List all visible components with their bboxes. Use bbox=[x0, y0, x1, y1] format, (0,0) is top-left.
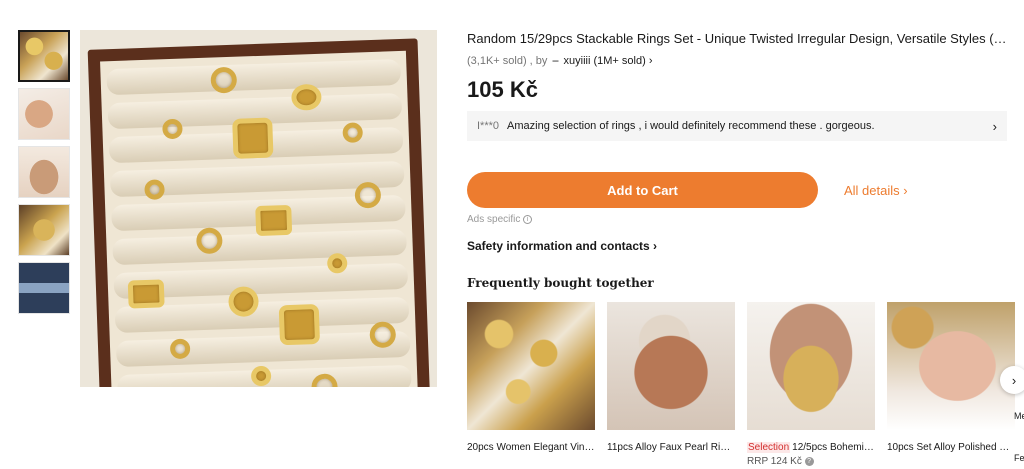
ring bbox=[255, 204, 293, 237]
rrp-price: RRP 124 Kč ? bbox=[747, 455, 875, 468]
product-card-title: 20pcs Women Elegant Vintage Rings Set bbox=[467, 442, 595, 453]
ads-label: Ads specific bbox=[467, 214, 521, 226]
ring bbox=[278, 303, 321, 346]
product-card[interactable]: 20pcs Women Elegant Vintage Rings Set bbox=[467, 302, 595, 455]
review-text: Amazing selection of rings , i would def… bbox=[507, 120, 875, 133]
chevron-right-icon: › bbox=[648, 55, 653, 67]
carousel-next-button[interactable]: › bbox=[1000, 366, 1024, 394]
thumbnail-image bbox=[20, 32, 68, 80]
review-banner[interactable]: I***0 Amazing selection of rings , i wou… bbox=[467, 111, 1007, 142]
product-card-image bbox=[467, 302, 595, 430]
thumbnail-1[interactable] bbox=[18, 30, 70, 82]
product-card-image bbox=[887, 302, 1015, 430]
thumbnail-5[interactable] bbox=[18, 262, 70, 314]
thumbnail-2[interactable] bbox=[18, 88, 70, 140]
product-card-title: 12/5pcs Bohemian Bracelets Set bbox=[792, 442, 875, 453]
main-product-image[interactable] bbox=[80, 30, 437, 387]
product-title: Random 15/29pcs Stackable Rings Set - Un… bbox=[467, 31, 1007, 46]
chevron-right-icon: › bbox=[992, 118, 997, 134]
thumbnail-image bbox=[19, 89, 69, 139]
ring bbox=[232, 117, 274, 159]
edge-label: Me bbox=[1014, 411, 1024, 421]
ring bbox=[127, 279, 165, 309]
tray-row bbox=[106, 58, 402, 96]
price: 105 Kč bbox=[467, 77, 538, 103]
tray-inner bbox=[100, 50, 418, 387]
thumbnail-4[interactable] bbox=[18, 204, 70, 256]
product-card-image bbox=[607, 302, 735, 430]
store-link[interactable]: xuyiiii (1M+ sold) › bbox=[564, 55, 653, 67]
sold-line: (3,1K+ sold) , by ▬ xuyiiii (1M+ sold) › bbox=[467, 53, 1007, 69]
thumbnail-3[interactable] bbox=[18, 146, 70, 198]
thumbnail-image bbox=[19, 205, 69, 255]
tray-row bbox=[115, 330, 411, 368]
product-card[interactable]: 11pcs Alloy Faux Pearl Ring Set bbox=[607, 302, 735, 455]
store-name: xuyiiii (1M+ sold) bbox=[563, 55, 646, 67]
product-card-image bbox=[747, 302, 875, 430]
product-info: Random 15/29pcs Stackable Rings Set - Un… bbox=[467, 30, 1007, 253]
product-card-title: 11pcs Alloy Faux Pearl Ring Set bbox=[607, 442, 735, 453]
section-heading: Frequently bought together bbox=[467, 276, 654, 290]
ring-tray bbox=[87, 38, 431, 387]
safety-info-link[interactable]: Safety information and contacts › bbox=[467, 239, 1007, 253]
add-to-cart-button[interactable]: Add to Cart bbox=[467, 172, 818, 209]
product-card-title: 10pcs Set Alloy Polished Ring Set bbox=[887, 442, 1015, 453]
edge-label: Fe bbox=[1014, 453, 1024, 463]
thumbnail-image bbox=[19, 147, 69, 197]
rrp-label: RRP 124 Kč bbox=[747, 456, 802, 467]
sold-count: (3,1K+ sold) , by bbox=[467, 55, 548, 67]
selection-badge: Selection bbox=[747, 442, 791, 453]
action-row: Add to Cart All details › bbox=[467, 172, 1007, 209]
question-icon[interactable]: ? bbox=[804, 456, 814, 466]
product-card[interactable]: 10pcs Set Alloy Polished Ring Set bbox=[887, 302, 1015, 455]
fbt-carousel: 20pcs Women Elegant Vintage Rings Set 11… bbox=[467, 302, 1024, 469]
review-user: I***0 bbox=[477, 120, 500, 133]
store-logo-icon: ▬ bbox=[552, 58, 559, 65]
thumbnail-gallery bbox=[18, 30, 70, 320]
info-icon: i bbox=[523, 214, 533, 224]
all-details-link[interactable]: All details › bbox=[844, 183, 908, 198]
product-card-title-row: Selection12/5pcs Bohemian Bracelets Set bbox=[747, 441, 875, 455]
ads-specific[interactable]: Ads specific i bbox=[467, 214, 1007, 225]
ring bbox=[144, 179, 165, 200]
product-card[interactable]: Selection12/5pcs Bohemian Bracelets Set … bbox=[747, 302, 875, 468]
chevron-right-icon: › bbox=[1011, 372, 1017, 388]
thumbnail-image bbox=[19, 263, 69, 313]
